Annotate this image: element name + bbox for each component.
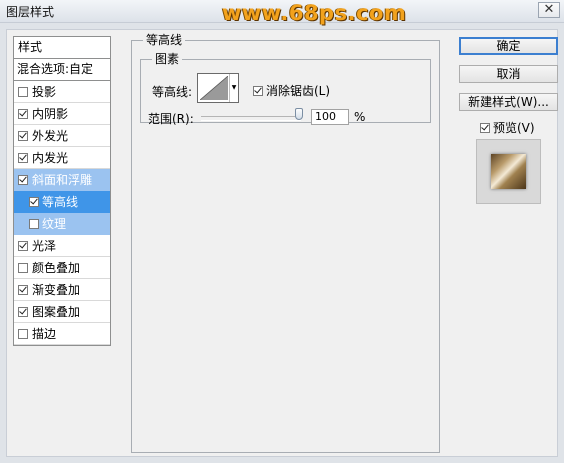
title-bar: 图层样式 www.68ps.com ✕ [0, 0, 564, 25]
range-input[interactable]: 100 [311, 109, 349, 125]
preview-swatch [491, 154, 526, 189]
style-item-label: 渐变叠加 [32, 283, 81, 297]
checkbox[interactable] [18, 131, 28, 141]
style-item-outer-glow[interactable]: 外发光 [14, 125, 110, 147]
elements-group-title: 图素 [152, 52, 183, 66]
checkbox[interactable] [29, 197, 39, 207]
style-item-label: 纹理 [42, 217, 67, 231]
checkbox[interactable] [480, 123, 490, 133]
contour-label: 等高线: [152, 85, 193, 99]
style-item-label: 等高线 [42, 195, 79, 209]
window-title: 图层样式 [6, 5, 55, 19]
checkbox[interactable] [18, 175, 28, 185]
contour-curve-icon [200, 76, 228, 100]
style-item-label: 投影 [32, 85, 57, 99]
watermark: www.68ps.com [222, 1, 407, 25]
new-style-button[interactable]: 新建样式(W)... [459, 93, 558, 111]
style-item-bevel-emboss[interactable]: 斜面和浮雕 [14, 169, 110, 191]
style-item-color-overlay[interactable]: 颜色叠加 [14, 257, 110, 279]
style-item-label: 外发光 [32, 129, 69, 143]
blend-options-item[interactable]: 混合选项:自定 [14, 59, 110, 81]
style-item-label: 内阴影 [32, 107, 69, 121]
range-slider-track[interactable] [201, 116, 301, 121]
range-slider-thumb[interactable] [295, 108, 303, 120]
checkbox[interactable] [18, 109, 28, 119]
style-item-stroke[interactable]: 描边 [14, 323, 110, 345]
preview-label: 预览(V) [493, 121, 535, 135]
range-label: 范围(R): [148, 112, 194, 126]
checkbox[interactable] [18, 241, 28, 251]
ok-button[interactable]: 确定 [459, 37, 558, 55]
style-item-label: 光泽 [32, 239, 57, 253]
anti-alias-label: 消除锯齿(L) [266, 84, 331, 98]
anti-alias-checkbox[interactable]: 消除锯齿(L) [253, 82, 330, 99]
style-item-inner-glow[interactable]: 内发光 [14, 147, 110, 169]
checkbox[interactable] [18, 285, 28, 295]
style-item-label: 内发光 [32, 151, 69, 165]
cancel-button[interactable]: 取消 [459, 65, 558, 83]
contour-group-title: 等高线 [143, 33, 186, 47]
dropdown-arrow-icon[interactable]: ▼ [229, 74, 238, 102]
style-item-label: 颜色叠加 [32, 261, 81, 275]
style-item-label: 图案叠加 [32, 305, 81, 319]
checkbox[interactable] [18, 263, 28, 273]
checkbox[interactable] [18, 87, 28, 97]
preview-thumbnail [476, 139, 541, 204]
style-item-contour[interactable]: 等高线 [14, 191, 110, 213]
checkbox[interactable] [29, 219, 39, 229]
checkbox[interactable] [18, 329, 28, 339]
style-item-label: 描边 [32, 327, 57, 341]
style-list-header[interactable]: 样式 [14, 37, 110, 59]
style-item-label: 斜面和浮雕 [32, 173, 93, 187]
contour-picker[interactable]: ▼ [197, 73, 239, 103]
style-item-drop-shadow[interactable]: 投影 [14, 81, 110, 103]
checkbox[interactable] [18, 153, 28, 163]
preview-checkbox[interactable]: 预览(V) [480, 119, 535, 136]
style-item-gradient-overlay[interactable]: 渐变叠加 [14, 279, 110, 301]
checkbox[interactable] [253, 86, 263, 96]
style-item-inner-shadow[interactable]: 内阴影 [14, 103, 110, 125]
checkbox[interactable] [18, 307, 28, 317]
close-button[interactable]: ✕ [538, 2, 560, 18]
dialog-body: 样式 混合选项:自定 投影 内阴影 外发光 内发光 斜面和浮雕 等高线 纹理 光… [6, 29, 558, 457]
style-list: 样式 混合选项:自定 投影 内阴影 外发光 内发光 斜面和浮雕 等高线 纹理 光… [13, 36, 111, 346]
style-item-pattern-overlay[interactable]: 图案叠加 [14, 301, 110, 323]
style-item-texture[interactable]: 纹理 [14, 213, 110, 235]
style-item-satin[interactable]: 光泽 [14, 235, 110, 257]
range-unit: % [354, 110, 366, 124]
